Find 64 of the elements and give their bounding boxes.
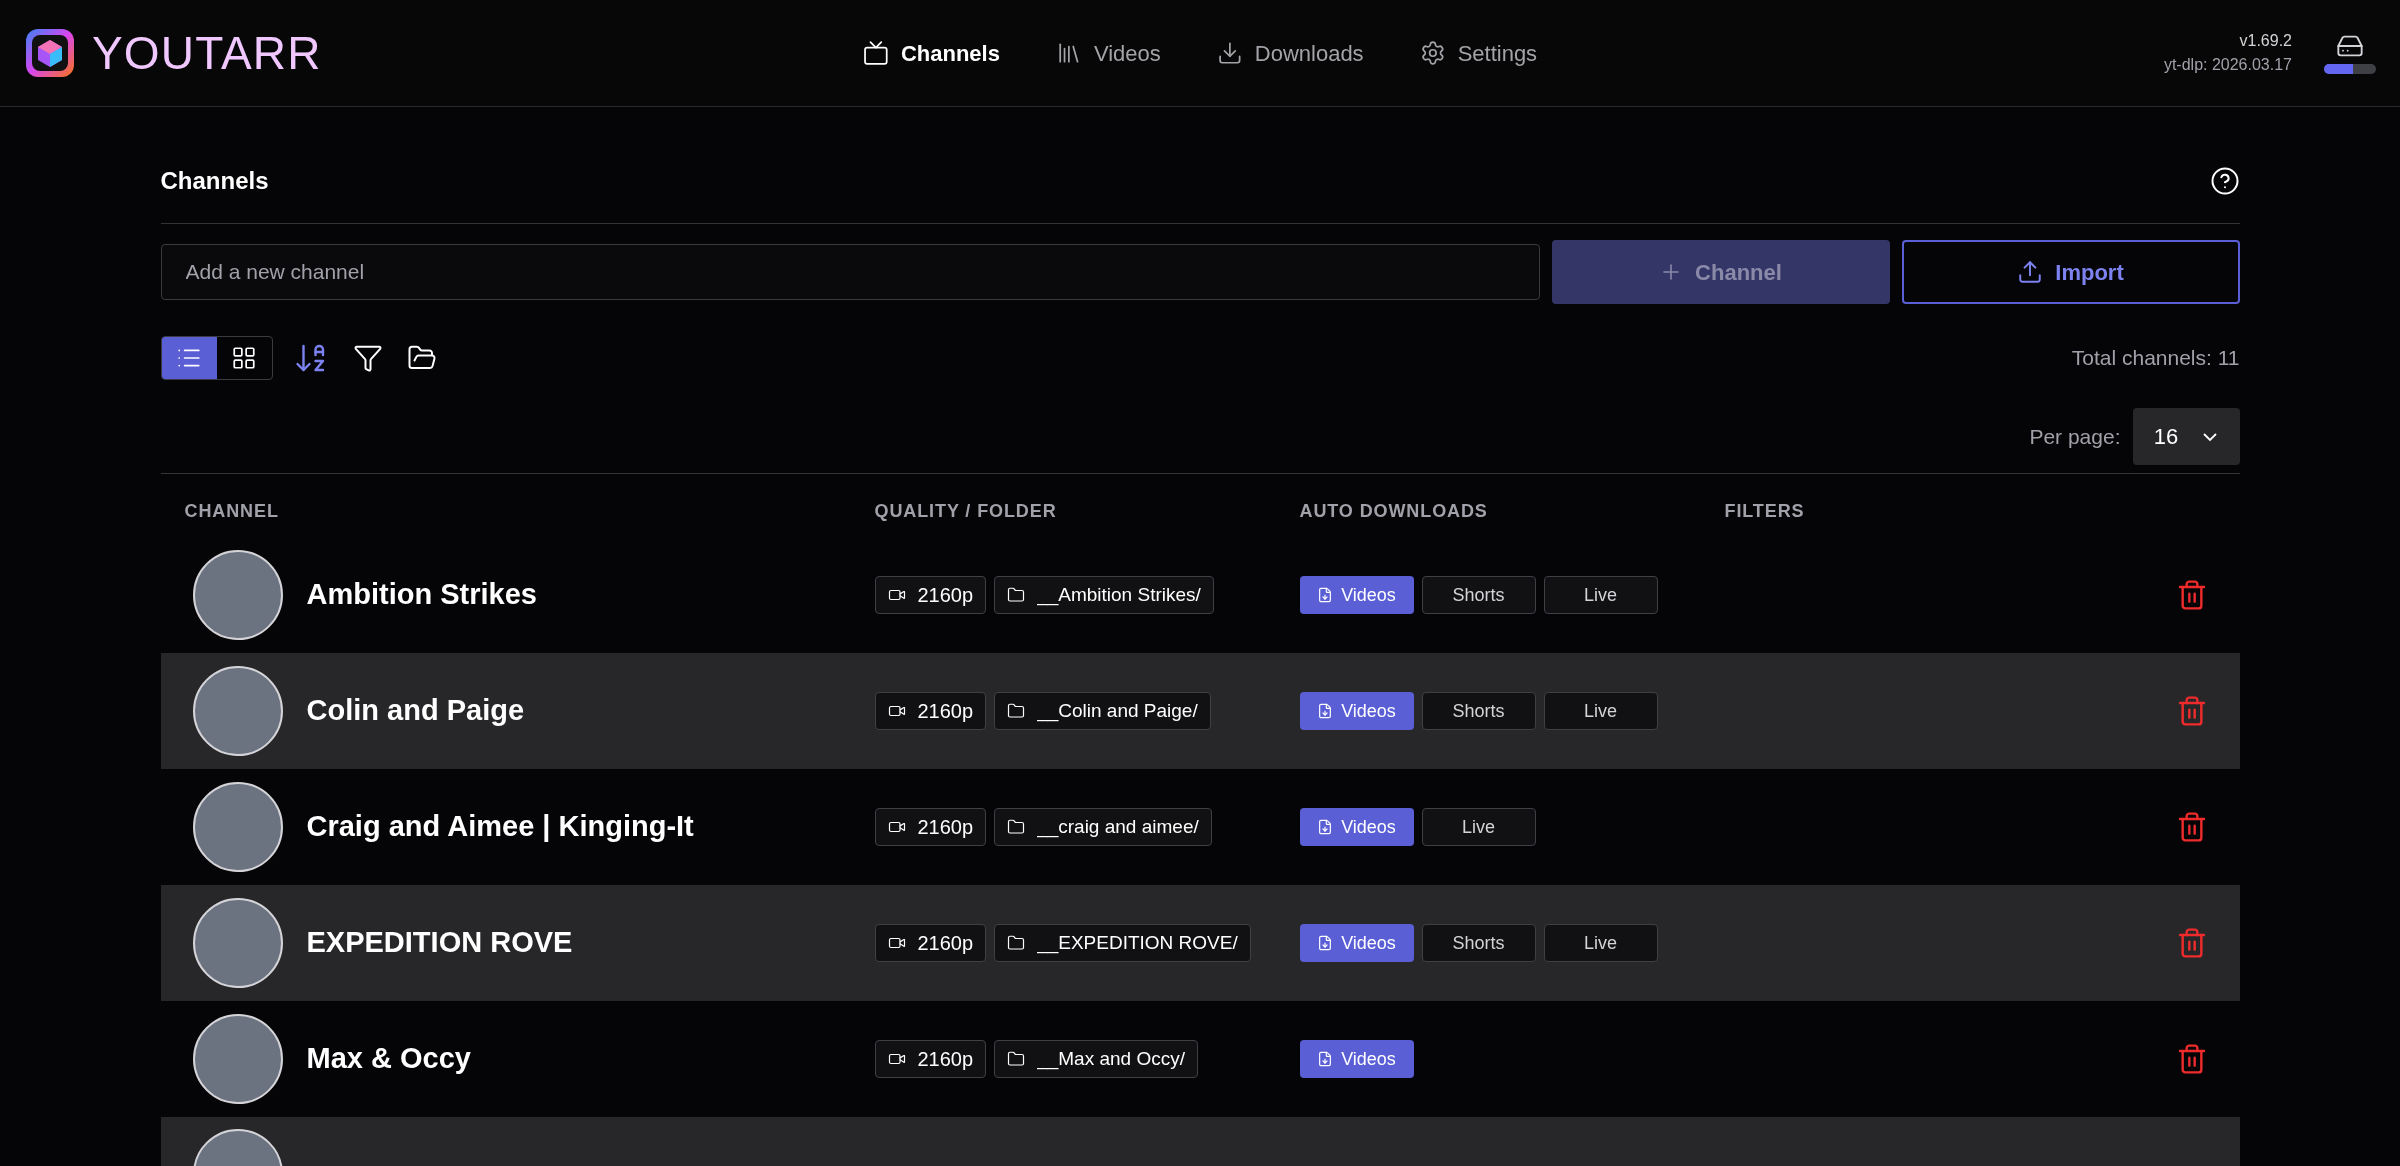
tv-icon [862,40,889,66]
total-channels-text: Total channels: 11 [2071,345,2240,372]
auto-download-toggle[interactable]: Live [1543,924,1658,962]
channel-name[interactable]: Ambition Strikes [306,573,537,617]
per-page-label: Per page: [2029,423,2121,450]
file-download-icon [1317,819,1334,835]
quality-tag: 2160p [874,1040,987,1078]
settings-icon [1419,40,1446,66]
auto-download-toggle[interactable]: Videos [1299,808,1414,846]
column-header: CHANNEL [184,500,280,523]
page-title: Channels [160,166,269,196]
channel-name[interactable]: Craig and Aimee | Kinging-It [306,805,694,849]
nav-tab[interactable]: Settings [1419,36,1538,70]
quality-tag: 2160p [874,692,987,730]
auto-download-toggle[interactable]: Shorts [1421,692,1536,730]
chevron-down-icon [2202,431,2219,442]
version-text: v1.69.2 [2239,31,2292,51]
channel-name[interactable]: EXPEDITION ROVE [306,921,573,965]
quality-tag: 2160p [874,924,987,962]
auto-download-toggle[interactable]: Live [1421,808,1536,846]
import-button[interactable]: Import [1901,240,2240,304]
column-header: QUALITY / FOLDER [874,500,1058,523]
upload-icon [2017,259,2044,285]
folder-tag: __Ambition Strikes/ [994,576,1214,614]
folder-icon [1007,934,1026,952]
folder-tag: __Max and Occy/ [994,1040,1198,1078]
auto-download-toggle[interactable]: Shorts [1421,576,1536,614]
grid-icon [231,345,257,371]
channel-name[interactable]: Colin and Paige [306,689,525,733]
channel-name[interactable]: Max & Occy [306,1037,471,1081]
folder-tag: __EXPEDITION ROVE/ [994,924,1251,962]
app-name: YOUTARR [92,25,322,81]
filter-icon[interactable] [352,343,383,373]
auto-download-toggle[interactable]: Live [1543,576,1658,614]
file-download-icon [1317,1051,1334,1067]
folder-icon [1007,1050,1026,1068]
column-header: AUTO DOWNLOADS [1299,500,1489,523]
auto-download-toggle[interactable]: Videos [1299,1040,1414,1078]
auto-download-toggle[interactable]: Live [1543,692,1658,730]
folder-tag: __Colin and Paige/ [994,692,1211,730]
nav-tab[interactable]: Videos [1055,36,1161,70]
column-header: FILTERS [1724,500,1806,523]
folder-icon [1007,702,1026,720]
quality-tag: 2160p [874,808,987,846]
folder-icon [1007,818,1026,836]
help-icon[interactable] [2209,166,2240,196]
ytdlp-version-text: yt-dlp: 2026.03.17 [2163,55,2292,75]
list-view-button[interactable] [161,337,217,379]
nav-tab[interactable]: Channels [862,36,1000,70]
file-download-icon [1317,703,1334,719]
logo-icon [24,27,76,79]
file-download-icon [1317,935,1334,951]
auto-download-toggle[interactable]: Videos [1299,576,1414,614]
per-page-select[interactable]: 16 [2132,408,2240,465]
auto-download-toggle[interactable]: Videos [1299,924,1414,962]
folder-tag: __craig and aimee/ [994,808,1212,846]
auto-download-toggle[interactable]: Shorts [1421,924,1536,962]
quality-tag: 2160p [874,576,987,614]
folder-icon [1007,586,1026,604]
download-icon [1216,40,1243,66]
nav-tab[interactable]: Downloads [1216,36,1364,70]
file-download-icon [1317,587,1334,603]
channel-input[interactable]: Add a new channel [160,244,1540,300]
auto-download-toggle[interactable]: Videos [1299,692,1414,730]
